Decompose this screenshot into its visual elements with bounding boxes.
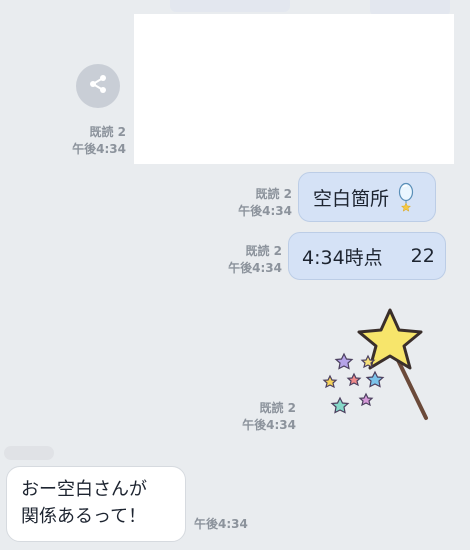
redacted-image: [134, 14, 454, 164]
received-message-bubble[interactable]: おー空白さんが 関係あるって！: [6, 466, 186, 542]
message-text-line: 関係あるって！: [21, 506, 147, 527]
sent-message-bubble[interactable]: 4:34時点 22: [288, 232, 446, 280]
balloon-icon: [397, 182, 415, 212]
message-text-line: おー空白さんが: [21, 479, 147, 500]
read-receipt: 既読 2: [255, 187, 292, 201]
sender-name-blurred: [4, 446, 54, 460]
message-meta: 午後4:34: [194, 516, 254, 533]
message-meta: 既読 2 午後4:34: [60, 124, 126, 158]
timestamp: 午後4:34: [72, 142, 126, 156]
message-number: 22: [410, 245, 435, 267]
read-receipt: 既読 2: [245, 244, 282, 258]
read-receipt: 既読 2: [259, 401, 296, 415]
timestamp: 午後4:34: [242, 418, 296, 432]
message-meta: 既読 2 午後4:34: [220, 186, 292, 220]
timestamp: 午後4:34: [194, 517, 248, 531]
message-text: 空白箇所: [313, 187, 390, 210]
share-button[interactable]: [76, 64, 120, 108]
message-meta: 既読 2 午後4:34: [230, 400, 296, 434]
timestamp: 午後4:34: [228, 261, 282, 275]
message-meta: 既読 2 午後4:34: [216, 243, 282, 277]
share-icon: [87, 73, 109, 99]
message-text: 4:34時点: [302, 246, 383, 269]
timestamp: 午後4:34: [238, 204, 292, 218]
star-wand-sticker[interactable]: [320, 306, 440, 430]
read-receipt: 既読 2: [89, 125, 126, 139]
blurred-header-fragment: [170, 0, 290, 12]
sent-message-bubble[interactable]: 空白箇所: [298, 172, 436, 222]
